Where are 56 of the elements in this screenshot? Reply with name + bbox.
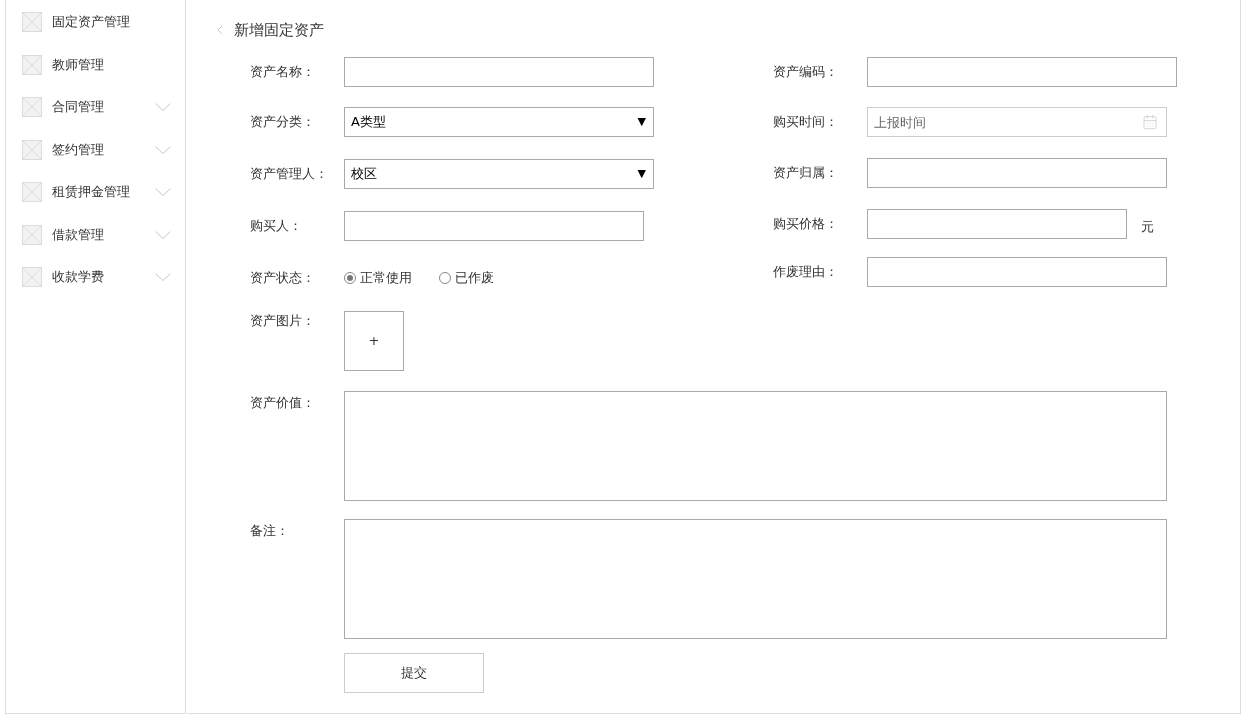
radio-option[interactable]: 正常使用 xyxy=(344,268,412,288)
field-label: 资产分类： xyxy=(250,113,316,132)
date-placeholder: 上报时间 xyxy=(874,114,926,133)
radio-option[interactable]: 已作废 xyxy=(439,268,494,288)
input-field[interactable] xyxy=(867,158,1167,188)
field-label: 备注： xyxy=(250,522,290,540)
select-field[interactable]: A类型 ▼ xyxy=(344,107,654,137)
field-label: 购买价格： xyxy=(773,215,839,234)
sidebar-item[interactable]: 签约管理 xyxy=(22,139,185,160)
dropdown-arrow: ▼ xyxy=(637,165,646,182)
input-field[interactable] xyxy=(344,211,644,241)
image-placeholder-icon xyxy=(22,224,42,245)
field-label: 资产编码： xyxy=(773,63,839,82)
upload-button[interactable]: + xyxy=(344,311,404,371)
sidebar-item[interactable]: 借款管理 xyxy=(22,224,185,245)
sidebar-item[interactable]: 收款学费 xyxy=(22,267,185,287)
chevron-icon xyxy=(155,230,171,239)
field-label: 资产管理人： xyxy=(250,165,329,184)
select-value: 校区 xyxy=(351,165,377,184)
date-field[interactable]: 上报时间 xyxy=(867,107,1167,137)
select-value: A类型 xyxy=(351,113,386,132)
field-label: 购买人： xyxy=(250,217,303,236)
field-label: 作废理由： xyxy=(773,263,839,282)
field-label: 购买时间： xyxy=(773,113,839,132)
dropdown-arrow: ▼ xyxy=(637,113,646,130)
field-label: 资产名称： xyxy=(250,63,316,82)
calendar-icon xyxy=(1142,114,1158,130)
radio-button[interactable] xyxy=(344,272,356,284)
field-label: 资产归属： xyxy=(773,164,839,183)
image-placeholder-icon xyxy=(22,12,42,32)
chevron-icon xyxy=(155,145,171,154)
field-label: 资产价值： xyxy=(250,394,316,412)
image-placeholder-icon xyxy=(22,97,42,117)
sidebar-item[interactable]: 租赁押金管理 xyxy=(22,182,185,202)
select-field[interactable]: 校区 ▼ xyxy=(344,159,654,189)
radio-button[interactable] xyxy=(439,272,451,284)
chevron-icon xyxy=(155,188,171,196)
chevron-icon xyxy=(155,273,171,281)
chevron-icon xyxy=(155,103,171,111)
image-placeholder-icon xyxy=(22,54,42,75)
sidebar-item[interactable]: 合同管理 xyxy=(22,97,185,117)
page-title: 新增固定资产 xyxy=(234,19,324,41)
input-field[interactable] xyxy=(867,209,1127,239)
field-label: 资产图片： xyxy=(250,312,316,330)
text-area[interactable] xyxy=(344,391,1167,501)
input-field[interactable] xyxy=(344,57,654,87)
image-placeholder-icon xyxy=(22,267,42,287)
sidebar-item[interactable]: 固定资产管理 xyxy=(22,12,185,32)
submit-button[interactable]: 提交 xyxy=(344,653,484,693)
input-field[interactable] xyxy=(867,57,1177,87)
unit-label: 元 xyxy=(1141,218,1154,237)
image-placeholder-icon xyxy=(22,139,42,160)
input-field[interactable] xyxy=(867,257,1167,287)
image-placeholder-icon xyxy=(22,182,42,202)
sidebar-item[interactable]: 教师管理 xyxy=(22,54,185,75)
field-label: 资产状态： xyxy=(250,269,316,288)
